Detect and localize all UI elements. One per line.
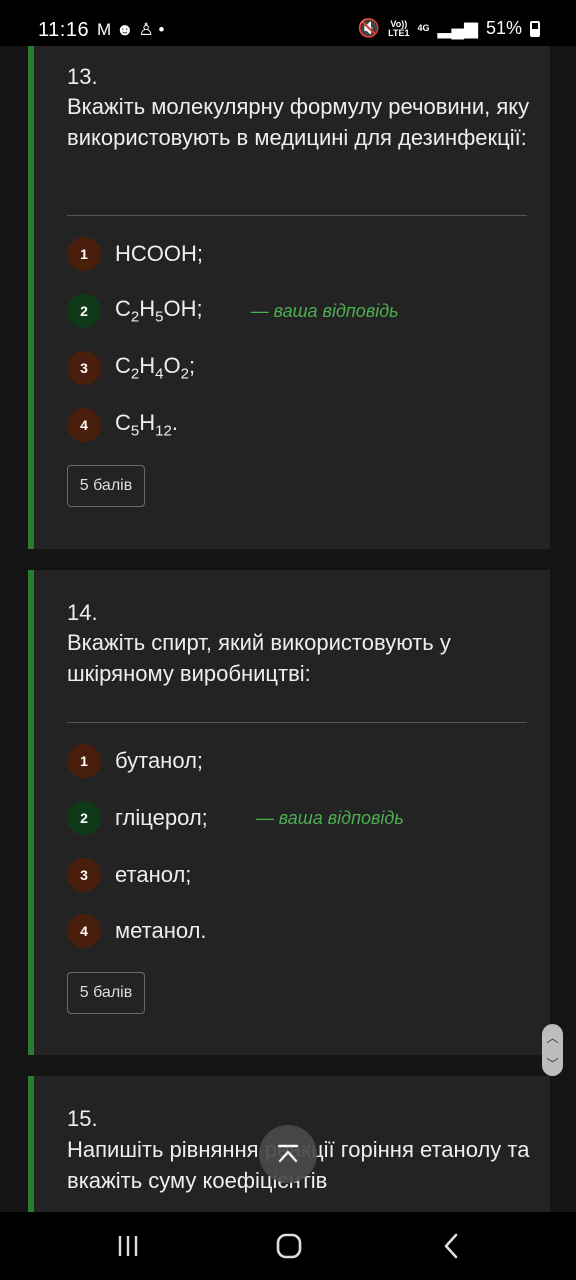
dot-icon: • <box>158 20 165 39</box>
battery-icon <box>530 20 540 37</box>
option-label: C2H4O2; <box>115 353 196 383</box>
question-text: Вкажіть спирт, який використовують у шкі… <box>67 630 451 686</box>
points-badge: 5 балів <box>67 465 145 507</box>
mute-icon: 🔇 <box>357 18 381 38</box>
network-type: 4G <box>417 23 430 33</box>
option-label: бутанол; <box>115 748 204 773</box>
home-button[interactable] <box>272 1230 306 1262</box>
option-label: метанол. <box>115 918 207 943</box>
question-text: Вкажіть молекулярну формулу речовини, як… <box>67 94 530 150</box>
clock: 11:16 <box>38 19 90 41</box>
chevron-down-icon[interactable]: ﹀ <box>546 1055 558 1072</box>
option-index-badge: 1 <box>67 744 101 778</box>
divider <box>67 215 527 216</box>
option-index-badge: 4 <box>67 914 101 948</box>
scroll-stepper[interactable]: ︿ ﹀ <box>542 1024 563 1076</box>
option-index-badge: 3 <box>67 858 101 892</box>
option-2: 2 гліцерол; — ваша відповідь <box>67 801 404 835</box>
option-index-badge: 2 <box>67 801 101 835</box>
option-label: гліцерол; <box>115 805 208 830</box>
option-1: 1 HCOOH; <box>67 237 203 271</box>
option-4: 4 метанол. <box>67 914 207 948</box>
scroll-to-top-button[interactable] <box>259 1125 317 1183</box>
option-label: HCOOH; <box>115 241 203 266</box>
points-badge: 5 балів <box>67 972 145 1014</box>
option-label: C5H12. <box>115 410 178 440</box>
panda-icon: ☻ <box>115 20 134 39</box>
option-label: етанол; <box>115 862 192 887</box>
option-index-badge: 3 <box>67 351 101 385</box>
chevron-up-icon[interactable]: ︿ <box>546 1029 558 1046</box>
option-index-badge: 2 <box>67 294 101 328</box>
mail-icon: M <box>97 20 112 39</box>
option-3: 3 C2H4O2; <box>67 351 195 385</box>
signal-icon: ▂▄▆ <box>437 18 478 38</box>
option-1: 1 бутанол; <box>67 744 203 778</box>
back-icon <box>444 1233 458 1259</box>
option-index-badge: 1 <box>67 237 101 271</box>
navigation-bar <box>0 1212 576 1280</box>
recent-apps-button[interactable] <box>112 1230 144 1262</box>
your-answer-label: — ваша відповідь <box>250 300 399 321</box>
question-card-14: 14. Вкажіть спирт, який використовують у… <box>28 570 550 1055</box>
your-answer-label: — ваша відповідь <box>255 807 404 828</box>
option-3: 3 етанол; <box>67 858 191 892</box>
status-right: 🔇 Vo)) LTE1 4G ▂▄▆ 51% <box>358 18 540 39</box>
status-bar: 11:16 M ☻ ♙ • 🔇 Vo)) LTE1 4G ▂▄▆ 51% <box>0 0 576 46</box>
option-label: C2H5OH; <box>115 296 203 326</box>
back-button[interactable] <box>436 1230 466 1262</box>
question-card-13: 13. Вкажіть молекулярну формулу речовини… <box>28 46 550 549</box>
scroll-to-top-icon <box>277 1144 299 1163</box>
volte-indicator: Vo)) LTE1 <box>388 18 410 38</box>
question-number: 14. <box>67 600 98 625</box>
notification-icons: M ☻ ♙ • <box>97 20 164 40</box>
question-number: 13. <box>67 64 98 89</box>
option-4: 4 C5H12. <box>67 408 178 442</box>
question-number: 15. <box>67 1106 98 1131</box>
recent-apps-icon <box>118 1236 138 1256</box>
home-icon <box>276 1233 302 1259</box>
person-icon: ♙ <box>138 20 154 39</box>
battery-percent: 51% <box>485 18 522 38</box>
option-2: 2 C2H5OH; — ваша відповідь <box>67 294 399 328</box>
divider <box>67 722 527 723</box>
option-index-badge: 4 <box>67 408 101 442</box>
